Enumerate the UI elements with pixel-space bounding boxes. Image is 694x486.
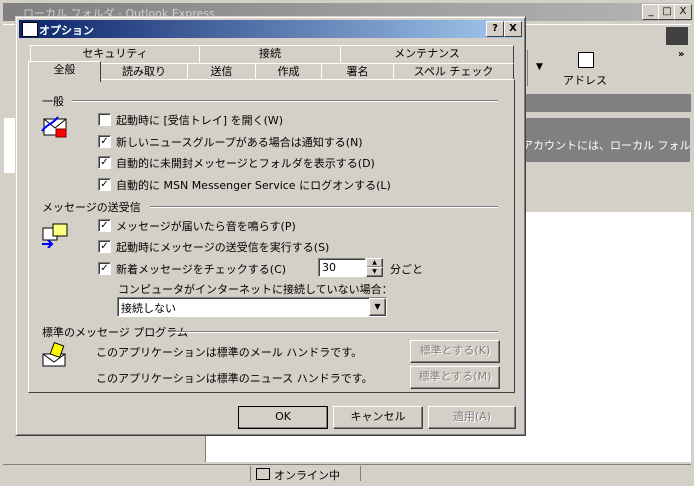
checkbox-show-unread[interactable]: ✓: [98, 156, 111, 169]
option-check-new-messages-label: 新着メッセージをチェックする(C): [116, 263, 287, 276]
tab-connection[interactable]: 接続: [199, 45, 341, 64]
send-receive-icon: [42, 223, 68, 248]
checkbox-send-receive-startup[interactable]: ✓: [98, 240, 111, 253]
close-button[interactable]: X: [674, 4, 692, 20]
apply-button[interactable]: 適用(A): [428, 406, 516, 429]
tab-general[interactable]: 全般: [28, 61, 101, 82]
check-interval-input[interactable]: 30: [318, 258, 366, 277]
options-icon: [22, 22, 38, 37]
offline-prompt-label: コンピュータがインターネットに接続していない場合：: [118, 283, 393, 296]
section-default-programs-label: 標準のメッセージ プログラム: [42, 326, 188, 339]
option-send-receive-startup-label: 起動時にメッセージの送受信を実行する(S): [116, 241, 330, 254]
interval-spin-down[interactable]: ▼: [366, 267, 383, 277]
offline-behavior-select[interactable]: 接続しない ▼: [117, 297, 387, 317]
folder-bar: [515, 94, 691, 112]
set-default-news-button[interactable]: 標準とする(M): [410, 366, 500, 389]
set-default-mail-button[interactable]: 標準とする(K): [410, 340, 500, 363]
offline-behavior-value: 接続しない: [121, 302, 176, 315]
status-online-text: オンライン中: [274, 469, 340, 482]
help-button[interactable]: ?: [486, 21, 504, 37]
status-bar: [3, 464, 691, 483]
online-status-icon: [256, 468, 270, 480]
address-book-icon: [578, 52, 594, 68]
dropdown-arrow-icon[interactable]: ▼: [536, 62, 543, 72]
ok-button[interactable]: OK: [238, 406, 328, 429]
cancel-button[interactable]: キャンセル: [333, 406, 423, 429]
address-book-button[interactable]: アドレス: [560, 72, 610, 88]
option-play-sound-label: メッセージが届いたら音を鳴らす(P): [116, 220, 296, 233]
section-general-divider: [72, 100, 498, 102]
checkbox-open-inbox[interactable]: [98, 113, 111, 126]
mail-handler-text: このアプリケーションは標準のメール ハンドラです。: [96, 346, 363, 359]
section-general-label: 一般: [42, 95, 64, 108]
windows-logo-icon: [666, 27, 688, 45]
dialog-title-bar[interactable]: オプション ? X: [19, 20, 522, 38]
option-notify-newsgroups-label: 新しいニュースグループがある場合は通知する(N): [116, 136, 363, 149]
option-show-unread-label: 自動的に未開封メッセージとフォルダを表示する(D): [116, 157, 375, 170]
general-settings-icon: [41, 116, 67, 138]
toolbar-overflow-icon[interactable]: »: [678, 49, 684, 60]
section-send-receive-divider: [150, 206, 498, 208]
default-program-icon: [42, 342, 66, 367]
toolbar-separator: [527, 50, 528, 86]
status-separator: [250, 466, 251, 481]
check-interval-value: 30: [322, 261, 336, 274]
checkbox-auto-logon-msn[interactable]: ✓: [98, 178, 111, 191]
chevron-down-icon[interactable]: ▼: [369, 298, 386, 316]
checkbox-check-new-messages[interactable]: ✓: [98, 262, 111, 275]
checkbox-play-sound[interactable]: ✓: [98, 219, 111, 232]
preview-text: アカウントには、ローカル フォル: [522, 139, 691, 152]
tab-maintenance[interactable]: メンテナンス: [340, 45, 514, 64]
interval-unit-label: 分ごと: [390, 263, 423, 276]
dialog-close-button[interactable]: X: [504, 21, 522, 37]
checkbox-notify-newsgroups[interactable]: ✓: [98, 135, 111, 148]
news-handler-text: このアプリケーションは標準のニュース ハンドラです。: [96, 372, 373, 385]
status-separator-2: [360, 466, 361, 481]
dialog-title: オプション: [39, 24, 94, 37]
option-auto-logon-msn-label: 自動的に MSN Messenger Service にログオンする(L): [116, 179, 391, 192]
section-send-receive-label: メッセージの送受信: [42, 201, 141, 214]
option-open-inbox-label: 起動時に [受信トレイ] を開く(W): [116, 114, 284, 127]
section-default-programs-divider: [172, 331, 498, 333]
